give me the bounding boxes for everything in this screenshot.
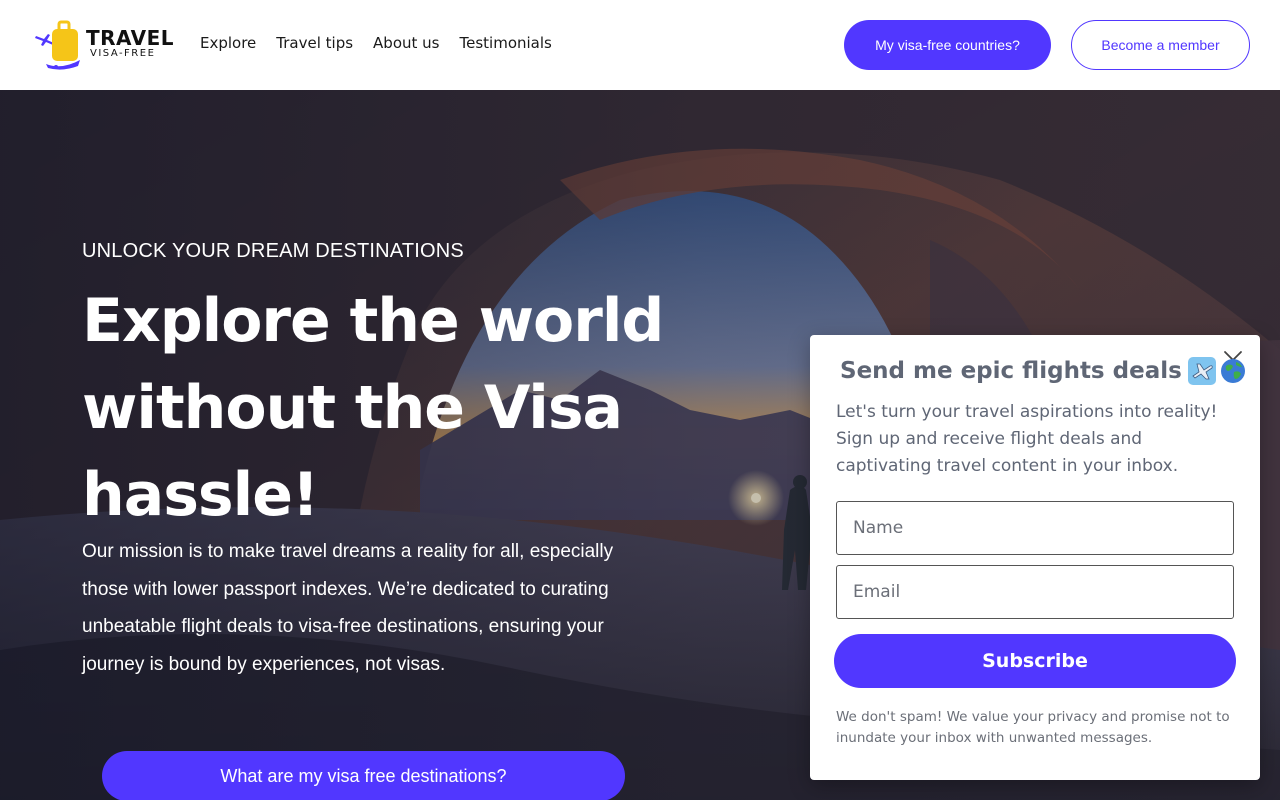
popup-title: Send me epic flights deals [840, 358, 1182, 384]
newsletter-popup: Send me epic flights deals Let's turn yo… [810, 335, 1260, 780]
subscribe-button[interactable]: Subscribe [834, 634, 1236, 688]
nav-about-us[interactable]: About us [373, 34, 439, 52]
nav-testimonials[interactable]: Testimonials [460, 34, 552, 52]
become-member-button[interactable]: Become a member [1071, 20, 1250, 70]
brand-logo[interactable]: TRAVEL VISA-FREE [34, 20, 174, 70]
site-header: TRAVEL VISA-FREE Explore Travel tips Abo… [0, 0, 1280, 90]
hero-mission-text: Our mission is to make travel dreams a r… [82, 541, 614, 675]
nav-travel-tips[interactable]: Travel tips [276, 34, 353, 52]
main-nav: Explore Travel tips About us Testimonial… [200, 34, 552, 52]
hero-kicker: UNLOCK YOUR DREAM DESTINATIONS [82, 240, 464, 262]
globe-icon [1220, 359, 1245, 383]
suitcase-plane-logo-icon [35, 20, 80, 70]
privacy-note: We don't spam! We value your privacy and… [836, 709, 1230, 746]
name-field[interactable] [836, 501, 1234, 555]
hero-headline: Explore the world without the Visa hassl… [82, 286, 664, 530]
airplane-icon [1187, 357, 1216, 385]
nav-explore[interactable]: Explore [200, 34, 256, 52]
logo-wordmark-bottom: VISA-FREE [90, 48, 156, 59]
popup-title-emojis [1187, 357, 1246, 385]
email-field[interactable] [836, 565, 1234, 619]
visa-free-destinations-cta-button[interactable]: What are my visa free destinations? [102, 751, 625, 800]
visa-free-countries-button[interactable]: My visa-free countries? [844, 20, 1051, 70]
popup-description: Let's turn your travel aspirations into … [836, 402, 1218, 476]
popup-title-row: Send me epic flights deals [840, 357, 1245, 385]
logo-wordmark-top: TRAVEL [86, 26, 175, 50]
